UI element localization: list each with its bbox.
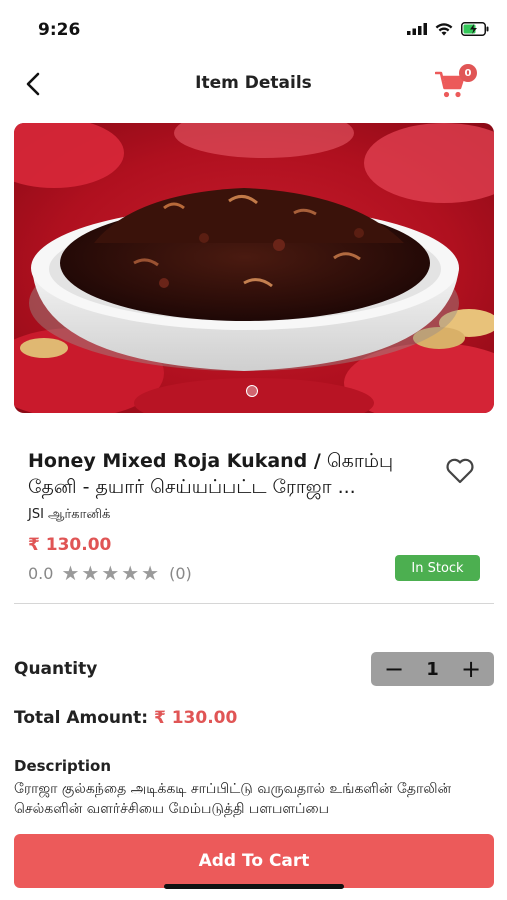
description-text: ரோஜா குல்கந்தை அடிக்கடி சாப்பிட்டு வருவத… bbox=[14, 781, 452, 817]
total-amount: Total Amount: ₹ 130.00 bbox=[14, 708, 237, 728]
increment-button[interactable]: + bbox=[460, 655, 482, 683]
battery-charging-icon bbox=[461, 22, 489, 36]
status-icons bbox=[407, 22, 489, 36]
stock-status-badge: In Stock bbox=[395, 555, 480, 581]
nav-bar: Item Details 0 bbox=[0, 56, 507, 112]
home-indicator bbox=[164, 884, 344, 889]
product-title-english: Honey Mixed Roja Kukand / bbox=[28, 450, 321, 472]
rating-count: (0) bbox=[169, 563, 192, 583]
quantity-value: 1 bbox=[426, 658, 439, 680]
heart-icon bbox=[446, 458, 474, 484]
product-title: Honey Mixed Roja Kukand / கொம்பு தேனி - … bbox=[28, 448, 428, 500]
seller-name[interactable]: JSI ஆர்கானிக் bbox=[28, 507, 110, 523]
total-label: Total Amount: bbox=[14, 708, 149, 728]
wifi-icon bbox=[435, 22, 453, 35]
wishlist-button[interactable] bbox=[445, 458, 477, 486]
cart-button[interactable]: 0 bbox=[433, 64, 477, 102]
product-image-carousel[interactable] bbox=[14, 123, 494, 413]
status-bar: 9:26 bbox=[0, 0, 507, 56]
carousel-indicator-dot[interactable] bbox=[246, 385, 258, 397]
total-value: ₹ 130.00 bbox=[153, 708, 238, 728]
quantity-stepper: − 1 + bbox=[371, 652, 494, 686]
divider bbox=[14, 603, 494, 604]
add-to-cart-button[interactable]: Add To Cart bbox=[14, 834, 494, 888]
page-title: Item Details bbox=[195, 73, 312, 93]
rating-row: 0.0 ★★★★★ (0) bbox=[28, 561, 192, 585]
rating-value: 0.0 bbox=[28, 563, 54, 583]
decrement-button[interactable]: − bbox=[383, 655, 405, 683]
quantity-label: Quantity bbox=[14, 659, 98, 679]
description-title: Description bbox=[14, 757, 112, 775]
cellular-signal-icon bbox=[407, 23, 427, 35]
product-price: ₹ 130.00 bbox=[28, 535, 112, 555]
status-time: 9:26 bbox=[38, 20, 81, 40]
cart-count-badge: 0 bbox=[459, 64, 477, 82]
rating-stars: ★★★★★ bbox=[61, 561, 162, 585]
product-image bbox=[14, 123, 494, 413]
